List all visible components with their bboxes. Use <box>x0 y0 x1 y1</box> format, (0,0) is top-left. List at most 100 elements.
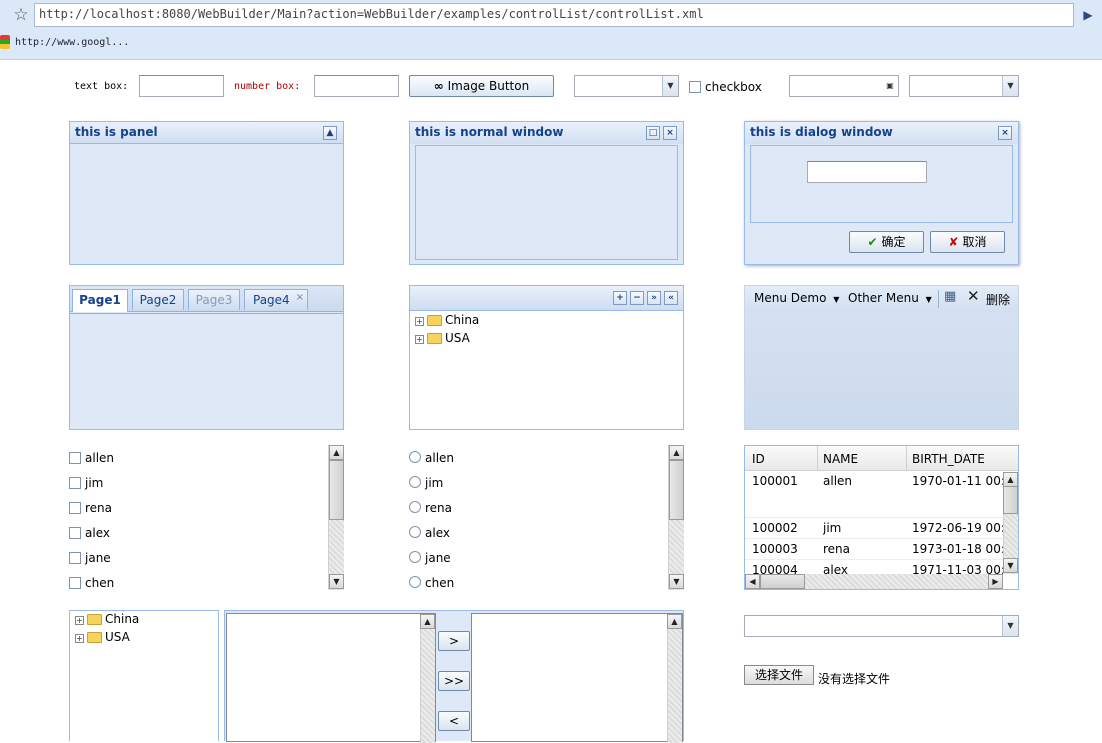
radio[interactable] <box>409 576 421 588</box>
checkbox[interactable] <box>69 527 81 539</box>
menu-demo-item[interactable]: Menu Demo ▼ <box>754 291 839 305</box>
scrollbar[interactable]: ▲ ▼ <box>668 445 684 590</box>
calendar-icon[interactable]: ▣ <box>882 76 898 96</box>
combo-box[interactable]: ▼ <box>574 75 679 97</box>
checkbox[interactable] <box>69 577 81 589</box>
other-menu-item[interactable]: Other Menu ▼ <box>848 291 932 305</box>
scroll-thumb[interactable] <box>329 460 344 520</box>
scroll-down-icon[interactable]: ▼ <box>669 574 684 589</box>
column-divider[interactable] <box>817 446 818 471</box>
expand-icon[interactable]: + <box>415 317 424 326</box>
address-bar[interactable]: http://localhost:8080/WebBuilder/Main?ac… <box>34 3 1074 27</box>
expand-icon[interactable]: + <box>613 291 627 305</box>
tab-page2[interactable]: Page2 <box>132 289 184 310</box>
move-left-button[interactable]: < <box>438 711 470 731</box>
checkbox[interactable] <box>69 502 81 514</box>
chevron-down-icon[interactable]: ▼ <box>1002 76 1018 96</box>
tab-page1[interactable]: Page1 <box>72 289 128 312</box>
date-field[interactable]: ▣ <box>789 75 899 97</box>
expand-icon[interactable]: + <box>415 335 424 344</box>
source-list[interactable]: ▲ <box>226 613 436 743</box>
expand-icon[interactable]: + <box>75 634 84 643</box>
bookmark-link[interactable]: http://www.googl... <box>15 37 129 48</box>
scrollbar[interactable]: ▲ ▼ <box>328 445 344 590</box>
grid-hscrollbar[interactable]: ◀ ▶ <box>745 574 1003 589</box>
number-box-input[interactable] <box>314 75 399 97</box>
target-list[interactable]: ▲ <box>471 613 683 743</box>
combo-box-2[interactable]: ▼ <box>909 75 1019 97</box>
image-button-label: Image Button <box>447 79 530 93</box>
delete-button[interactable]: 删除 <box>986 291 1010 308</box>
column-header[interactable]: BIRTH_DATE <box>912 452 1012 466</box>
radio[interactable] <box>409 526 421 538</box>
scroll-right-icon[interactable]: ▶ <box>988 574 1003 589</box>
tree-node[interactable]: China <box>105 612 139 626</box>
dialog-input[interactable] <box>807 161 927 183</box>
scroll-thumb[interactable] <box>1003 486 1018 514</box>
choose-file-button[interactable]: 选择文件 <box>744 665 814 685</box>
maximize-icon[interactable]: □ <box>646 126 660 140</box>
close-icon[interactable]: × <box>998 126 1012 140</box>
scroll-down-icon[interactable]: ▼ <box>1003 558 1018 573</box>
list-item: chen <box>425 576 455 590</box>
radio[interactable] <box>409 451 421 463</box>
table-row[interactable]: 100001 allen 1970-01-11 00:0 <box>745 472 1003 518</box>
scroll-down-icon[interactable]: ▼ <box>329 574 344 589</box>
new-icon[interactable]: ▦ <box>944 289 956 304</box>
tab-close-icon[interactable]: × <box>296 288 304 308</box>
chevron-down-icon: ▼ <box>833 295 840 304</box>
close-icon[interactable]: × <box>663 126 677 140</box>
expand-all-icon[interactable]: » <box>647 291 661 305</box>
text-box-input[interactable] <box>139 75 224 97</box>
collapse-icon[interactable]: − <box>630 291 644 305</box>
checkbox[interactable] <box>69 477 81 489</box>
radio[interactable] <box>409 476 421 488</box>
column-header[interactable]: ID <box>752 452 812 466</box>
column-header[interactable]: NAME <box>823 452 903 466</box>
table-row[interactable]: 100004 alex 1971-11-03 00:0 <box>745 560 1003 574</box>
checkbox[interactable] <box>689 81 701 93</box>
radio[interactable] <box>409 501 421 513</box>
panel-title: this is panel <box>75 125 158 139</box>
bottom-combo-box[interactable]: ▼ <box>744 615 1019 637</box>
move-all-right-button[interactable]: >> <box>438 671 470 691</box>
cancel-button[interactable]: ✘ 取消 <box>930 231 1005 253</box>
collapse-icon[interactable]: ▲ <box>323 126 337 140</box>
expand-icon[interactable]: + <box>75 616 84 625</box>
scroll-up-icon[interactable]: ▲ <box>669 445 684 460</box>
scroll-up-icon[interactable]: ▲ <box>1003 472 1018 487</box>
scroll-left-icon[interactable]: ◀ <box>745 574 760 589</box>
tree-node[interactable]: China <box>445 313 479 327</box>
scroll-up-icon[interactable]: ▲ <box>329 445 344 460</box>
list-item: jane <box>85 551 111 565</box>
table-row[interactable]: 100003 rena 1973-01-18 00:0 <box>745 539 1003 560</box>
tab-page4[interactable]: Page4 × <box>244 289 308 310</box>
scrollbar[interactable]: ▲ <box>420 614 435 743</box>
address-bar-text: http://localhost:8080/WebBuilder/Main?ac… <box>39 7 704 21</box>
chevron-down-icon[interactable]: ▼ <box>662 76 678 96</box>
column-divider[interactable] <box>906 446 907 471</box>
scroll-up-icon[interactable]: ▲ <box>667 614 682 629</box>
delete-icon[interactable]: ✕ <box>967 287 980 305</box>
ok-button[interactable]: ✔ 确定 <box>849 231 924 253</box>
collapse-all-icon[interactable]: « <box>664 291 678 305</box>
grid-vscrollbar[interactable]: ▲ ▼ <box>1003 472 1018 574</box>
chevron-down-icon[interactable]: ▼ <box>1002 616 1018 636</box>
go-arrow-icon[interactable]: ▶ <box>1078 5 1098 25</box>
checkbox[interactable] <box>69 552 81 564</box>
binoculars-icon: ∞ <box>433 79 444 93</box>
scroll-thumb[interactable] <box>669 460 684 520</box>
table-row[interactable]: 100002 jim 1972-06-19 00:0 <box>745 518 1003 539</box>
image-button[interactable]: ∞ Image Button <box>409 75 554 97</box>
window-header: this is normal window □ × <box>410 122 683 144</box>
scroll-up-icon[interactable]: ▲ <box>420 614 435 629</box>
radio[interactable] <box>409 551 421 563</box>
tree-node[interactable]: USA <box>105 630 130 644</box>
tree-node[interactable]: USA <box>445 331 470 345</box>
scroll-thumb[interactable] <box>760 574 805 589</box>
scrollbar[interactable]: ▲ <box>667 614 682 743</box>
checkbox[interactable] <box>69 452 81 464</box>
bookmark-star-icon[interactable]: ☆ <box>10 5 32 25</box>
tab-page3[interactable]: Page3 <box>188 289 240 310</box>
move-right-button[interactable]: > <box>438 631 470 651</box>
